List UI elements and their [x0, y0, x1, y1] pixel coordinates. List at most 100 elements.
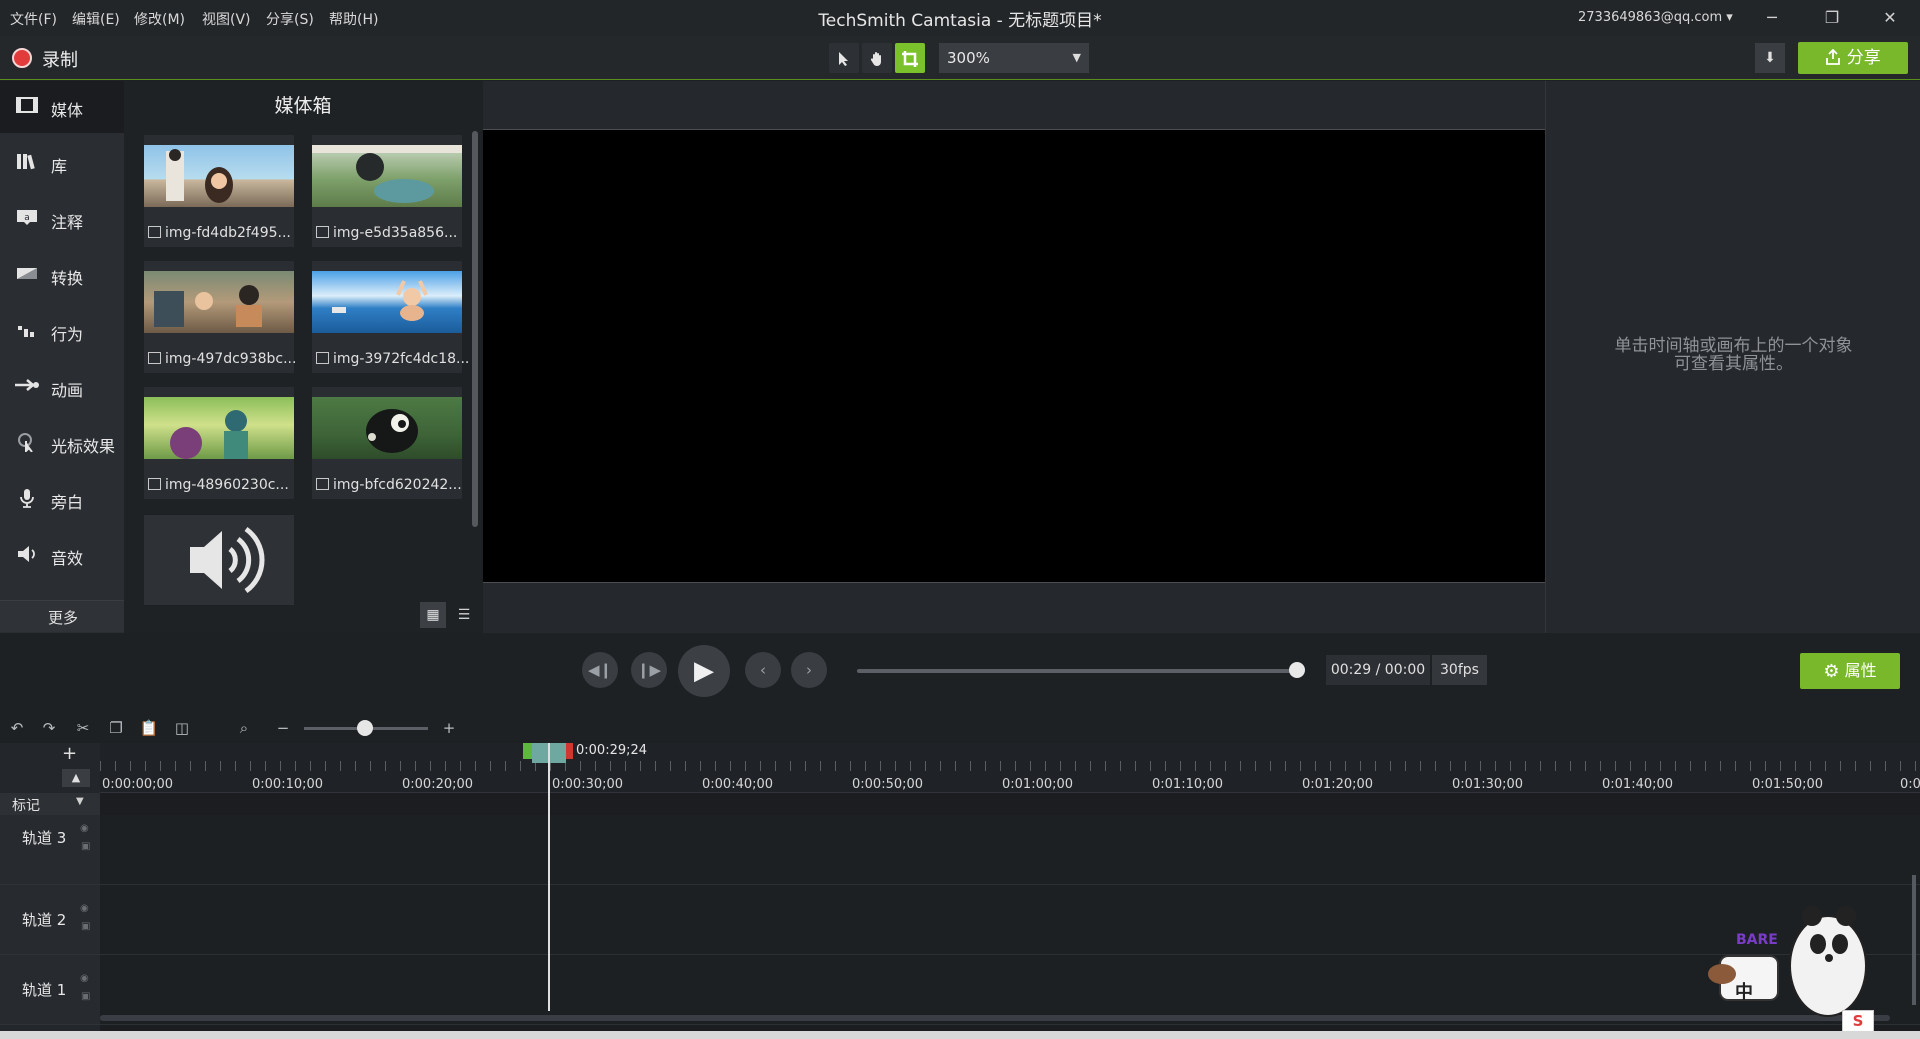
grid-view-icon[interactable]: ▦	[420, 602, 446, 628]
nav-item-library[interactable]: 库	[0, 137, 124, 189]
redo-icon[interactable]: ↷	[38, 717, 60, 739]
fps-readout[interactable]: 30fps	[1432, 655, 1487, 685]
canvas-area	[483, 81, 1545, 633]
markers-row[interactable]: 标记 ▼	[0, 793, 100, 815]
copy-icon[interactable]: ❐	[105, 717, 127, 739]
add-track-button[interactable]: +	[62, 743, 77, 764]
collapse-icon[interactable]: ▲	[62, 769, 90, 787]
close-button[interactable]: ✕	[1870, 6, 1910, 30]
eye-icon[interactable]: ◉	[80, 903, 89, 914]
crop-tool-icon[interactable]	[895, 43, 925, 73]
nav-label: 旁白	[51, 493, 84, 512]
playhead-line	[548, 743, 550, 1011]
media-thumbnail	[144, 271, 294, 333]
zoom-dropdown[interactable]: 300% ▼	[939, 43, 1089, 73]
list-view-icon[interactable]: ☰	[451, 602, 477, 628]
menu-edit[interactable]: 编辑(E)	[72, 9, 120, 29]
split-icon[interactable]: ◫	[171, 717, 193, 739]
tick-label: 0:01:20;00	[1302, 777, 1374, 792]
cut-icon[interactable]: ✂	[72, 717, 94, 739]
properties-hint: 单击时间轴或画布上的一个对象 可查看其属性。	[1546, 337, 1920, 373]
tick-label: 0:00:40;00	[702, 777, 774, 792]
restore-button[interactable]: ❐	[1812, 6, 1852, 30]
nav-label: 行为	[51, 325, 84, 344]
track-head-3[interactable]: 轨道 3 ◉ ▣	[0, 815, 100, 885]
nav-item-annotations[interactable]: a 注释	[0, 193, 124, 245]
playhead-out-marker[interactable]	[565, 743, 573, 759]
track-3-lane[interactable]	[100, 815, 1920, 885]
menu-file[interactable]: 文件(F)	[10, 9, 57, 29]
menu-help[interactable]: 帮助(H)	[329, 9, 378, 29]
nav-item-behaviors[interactable]: 行为	[0, 305, 124, 357]
media-item-label: img-fd4db2f495...	[148, 225, 291, 241]
record-button[interactable]: 录制	[42, 46, 78, 72]
tick-label: 0:00:00;00	[102, 777, 174, 792]
media-item[interactable]: img-497dc938bc...	[144, 261, 296, 373]
lock-icon[interactable]: ▣	[81, 841, 90, 852]
hand-tool-icon[interactable]	[862, 43, 892, 73]
nav-item-cursor-effects[interactable]: 光标效果	[0, 417, 124, 469]
nav-label: 库	[51, 157, 68, 176]
track-label: 轨道 2	[22, 911, 67, 929]
preview-canvas[interactable]	[483, 129, 1545, 583]
media-item-label: img-497dc938bc...	[148, 351, 296, 367]
menu-modify[interactable]: 修改(M)	[134, 9, 185, 29]
track-2-lane[interactable]	[100, 885, 1920, 955]
select-tool-icon[interactable]	[829, 43, 859, 73]
track-head-1[interactable]: 轨道 1 ◉ ▣	[0, 955, 100, 1025]
timeline-vertical-scrollbar[interactable]	[1912, 875, 1916, 1005]
step-forward-icon[interactable]: ❙▶	[631, 652, 667, 688]
media-item[interactable]: img-bfcd620242...	[312, 387, 462, 499]
nav-item-media[interactable]: 媒体	[0, 81, 124, 133]
nav-item-audio-effects[interactable]: 音效	[0, 529, 124, 581]
record-icon[interactable]	[12, 48, 32, 68]
search-icon[interactable]: ⌕	[233, 717, 255, 739]
sogou-ime-icon[interactable]: S	[1842, 1010, 1874, 1032]
properties-button[interactable]: ⚙ 属性	[1800, 653, 1900, 689]
lock-icon[interactable]: ▣	[81, 921, 90, 932]
properties-hint-line1: 单击时间轴或画布上的一个对象	[1614, 336, 1853, 356]
playback-scrubber[interactable]	[857, 669, 1297, 673]
menu-share[interactable]: 分享(S)	[266, 9, 314, 29]
lock-icon[interactable]: ▣	[81, 991, 90, 1002]
more-button[interactable]: 更多	[0, 600, 124, 632]
ime-mode-badge[interactable]: 中	[1735, 978, 1753, 1004]
undo-icon[interactable]: ↶	[6, 717, 28, 739]
track-head-2[interactable]: 轨道 2 ◉ ▣	[0, 885, 100, 955]
timeline-zoom-handle[interactable]	[357, 720, 373, 736]
zoom-in-button[interactable]: +	[438, 717, 460, 739]
transition-icon	[14, 264, 40, 286]
media-item[interactable]: img-48960230c...	[144, 387, 294, 499]
nav-label: 光标效果	[51, 437, 116, 456]
share-button[interactable]: 分享	[1798, 42, 1908, 74]
next-clip-icon[interactable]: ›	[791, 652, 827, 688]
nav-item-animations[interactable]: 动画	[0, 361, 124, 413]
scrubber-handle[interactable]	[1289, 662, 1305, 678]
minimize-button[interactable]: ─	[1752, 6, 1792, 30]
zoom-out-button[interactable]: −	[272, 717, 294, 739]
timeline-ruler[interactable]: 0:00:00;00 0:00:10;00 0:00:20;00 0:00:30…	[100, 743, 1920, 793]
media-item[interactable]: img-e5d35a856...	[312, 135, 462, 247]
media-bin-scrollbar[interactable]	[472, 131, 478, 527]
microphone-icon	[14, 488, 40, 510]
timeline-horizontal-scrollbar[interactable]	[100, 1015, 1890, 1021]
download-icon[interactable]: ⬇	[1755, 43, 1785, 73]
nav-item-transitions[interactable]: 转换	[0, 249, 124, 301]
media-item[interactable]: img-3972fc4dc18...	[312, 261, 469, 373]
nav-item-voice-narration[interactable]: 旁白	[0, 473, 124, 525]
ime-mascot-widget[interactable]: BARE 中 S	[1700, 888, 1880, 1032]
playback-controls: ◀❙ ❙▶ ▶ ‹ › 00:29 / 00:00 30fps ⚙ 属性	[0, 633, 1920, 713]
menu-view[interactable]: 视图(V)	[202, 9, 251, 29]
paste-icon[interactable]: 📋	[138, 717, 160, 739]
cursor-effect-icon	[14, 432, 40, 454]
previous-clip-icon[interactable]: ‹	[745, 652, 781, 688]
eye-icon[interactable]: ◉	[80, 823, 89, 834]
eye-icon[interactable]: ◉	[80, 973, 89, 984]
account-menu[interactable]: 2733649863@qq.com ▾	[1578, 10, 1733, 25]
audio-media-item[interactable]	[144, 515, 294, 605]
media-item[interactable]: img-fd4db2f495...	[144, 135, 294, 247]
main-toolbar: 录制 300% ▼ ⬇ 分享	[0, 36, 1920, 80]
step-back-icon[interactable]: ◀❙	[582, 652, 618, 688]
media-thumbnail	[144, 397, 294, 459]
play-icon[interactable]: ▶	[678, 645, 730, 697]
